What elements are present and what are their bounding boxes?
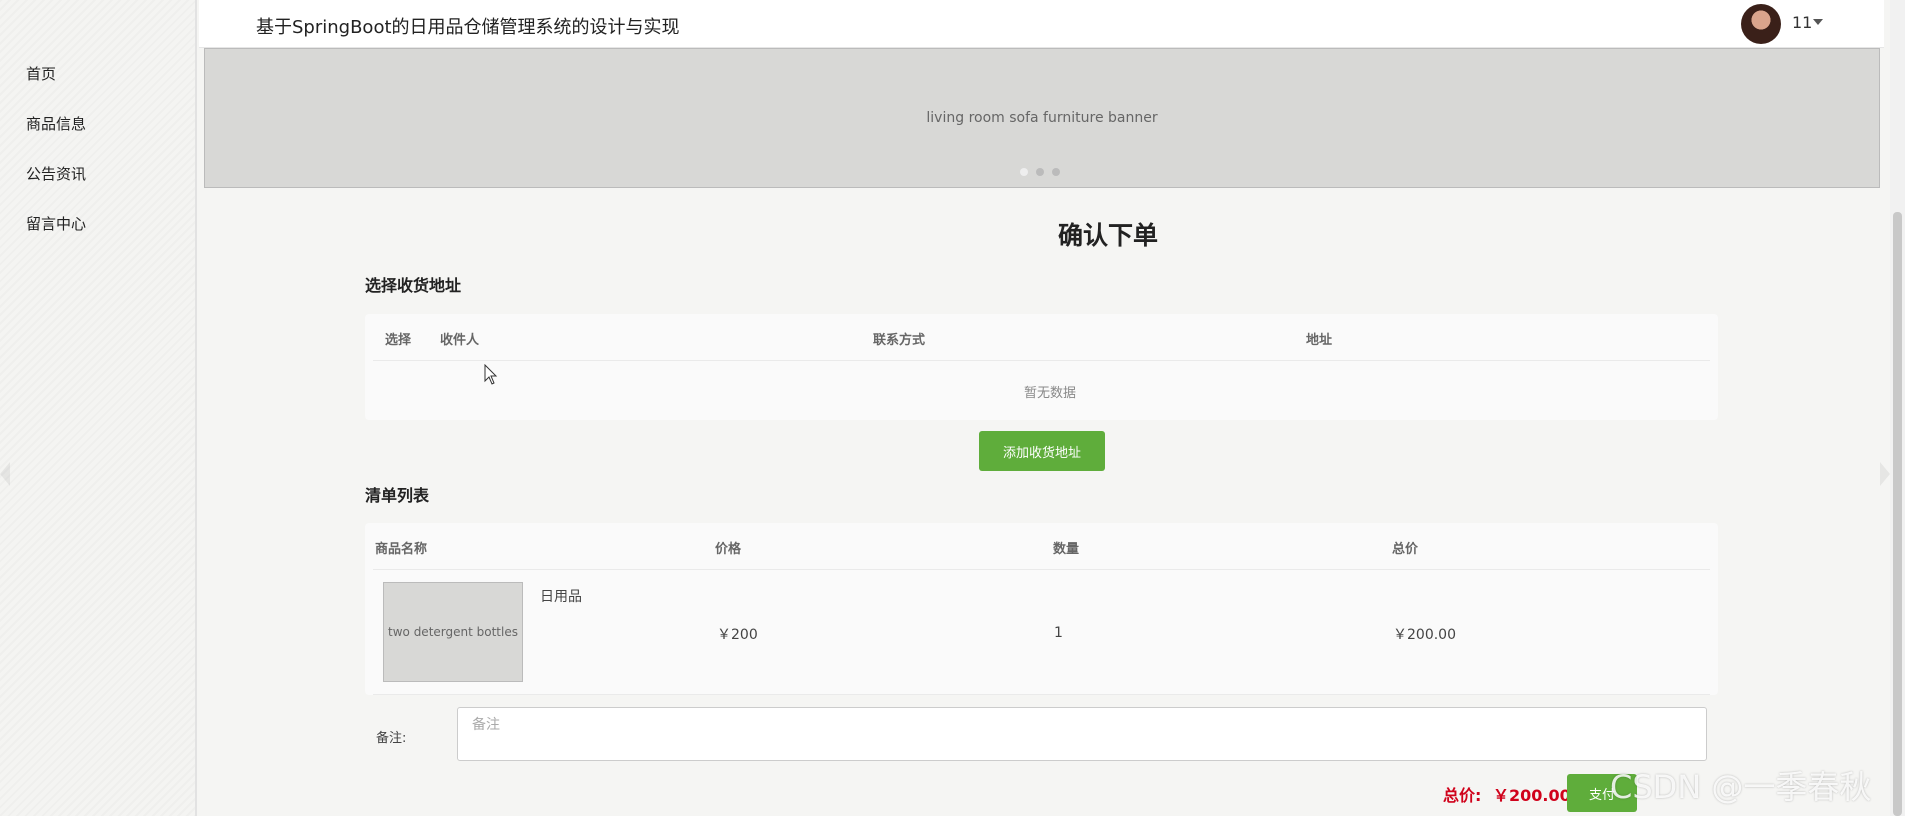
sidebar: 首页 商品信息 公告资讯 留言中心 (0, 0, 197, 816)
column-header-total: 总价 (1392, 542, 1419, 557)
empty-state-text: 暂无数据 (1024, 386, 1077, 401)
product-subtotal: ￥200.00 (1393, 627, 1456, 643)
scrollbar-thumb[interactable] (1893, 212, 1902, 816)
total-value: ￥200.00 (1493, 786, 1571, 805)
carousel-next-icon[interactable] (1880, 462, 1890, 486)
top-header: 基于SpringBoot的日用品仓储管理系统的设计与实现 11 (199, 0, 1884, 48)
add-address-button[interactable]: 添加收货地址 (979, 431, 1105, 471)
total-label: 总价: (1443, 786, 1482, 805)
banner-image: living room sofa furniture banner (204, 48, 1880, 188)
address-table: 选择 收件人 联系方式 地址 暂无数据 (365, 314, 1718, 420)
banner-dot[interactable] (1020, 168, 1028, 176)
divider (373, 360, 1710, 361)
page-title: 确认下单 (1058, 221, 1159, 250)
divider (373, 569, 1710, 570)
column-header-price: 价格 (715, 542, 742, 557)
banner-pagination (1020, 168, 1060, 176)
address-section-title: 选择收货地址 (365, 276, 462, 295)
avatar[interactable] (1741, 4, 1781, 44)
remark-label: 备注: (376, 731, 407, 746)
column-header-address: 地址 (1306, 333, 1333, 348)
product-price: ￥200 (717, 627, 758, 643)
column-header-product-name: 商品名称 (375, 542, 428, 557)
column-header-contact: 联系方式 (873, 333, 926, 348)
sidebar-item-messages[interactable]: 留言中心 (26, 213, 86, 234)
carousel-prev-icon[interactable] (0, 462, 10, 486)
product-image: two detergent bottles (383, 582, 523, 682)
watermark: CSDN @一季春秋 (1610, 768, 1872, 806)
banner-dot[interactable] (1052, 168, 1060, 176)
banner-image-label: living room sofa furniture banner (926, 110, 1158, 126)
product-image-label: two detergent bottles (388, 625, 518, 639)
app-title: 基于SpringBoot的日用品仓储管理系统的设计与实现 (256, 17, 680, 38)
remark-input[interactable] (457, 707, 1707, 761)
product-name: 日用品 (540, 589, 582, 605)
sidebar-item-products[interactable]: 商品信息 (26, 113, 86, 134)
chevron-down-icon[interactable] (1813, 19, 1823, 25)
divider (373, 694, 1710, 695)
username[interactable]: 11 (1792, 13, 1812, 32)
mouse-cursor-icon (484, 364, 498, 385)
order-table: 商品名称 价格 数量 总价 (365, 523, 1718, 695)
order-section-title: 清单列表 (365, 486, 430, 505)
column-header-quantity: 数量 (1053, 542, 1080, 557)
column-header-recipient: 收件人 (440, 333, 480, 348)
column-header-select: 选择 (385, 333, 412, 348)
page-scrollbar[interactable] (1890, 0, 1905, 816)
product-quantity: 1 (1054, 625, 1063, 641)
banner-dot[interactable] (1036, 168, 1044, 176)
sidebar-item-home[interactable]: 首页 (26, 63, 56, 84)
sidebar-item-announcements[interactable]: 公告资讯 (26, 163, 86, 184)
